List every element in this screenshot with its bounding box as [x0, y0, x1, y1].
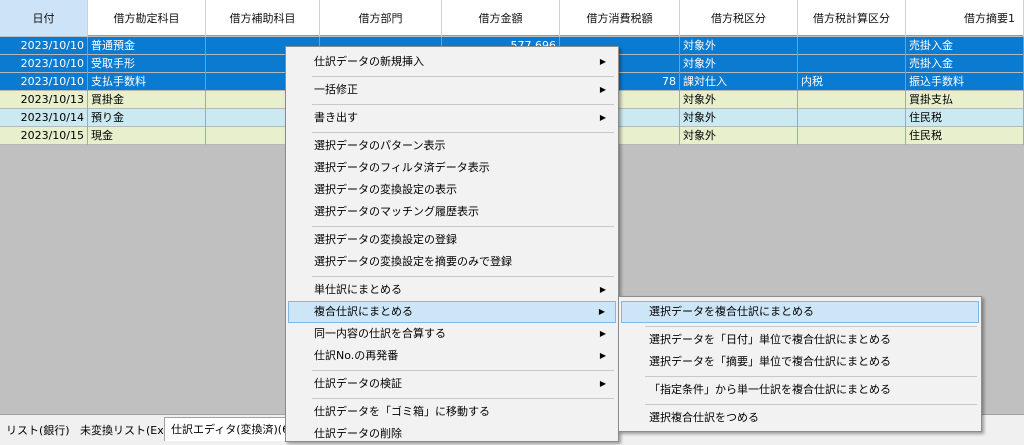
- cell-date[interactable]: 2023/10/13: [0, 91, 88, 109]
- cell-tax-category[interactable]: 対象外: [680, 55, 798, 73]
- menu-separator: [645, 404, 977, 405]
- menu-item-insert-new[interactable]: 仕訳データの新規挿入 ▶: [288, 51, 616, 73]
- menu-separator: [312, 398, 614, 399]
- submenu-arrow-icon: ▶: [599, 57, 606, 66]
- cell-tax-calc[interactable]: [798, 37, 906, 55]
- context-menu: 仕訳データの新規挿入 ▶ 一括修正 ▶ 書き出す ▶ 選択データのパターン表示 選択デ…: [285, 46, 619, 442]
- submenu-arrow-icon: ▶: [599, 329, 606, 338]
- cell-tax-calc[interactable]: 内税: [798, 73, 906, 91]
- menu-separator: [312, 132, 614, 133]
- menu-item-matching-history[interactable]: 選択データのマッチング履歴表示: [288, 201, 616, 223]
- tab-list-bank[interactable]: リスト(銀行): [0, 419, 76, 443]
- header-debit-account[interactable]: 借方勘定科目: [88, 0, 206, 36]
- menu-item-conversion-view[interactable]: 選択データの変換設定の表示: [288, 179, 616, 201]
- menu-item-pattern-view[interactable]: 選択データのパターン表示: [288, 135, 616, 157]
- submenu-arrow-icon: ▶: [599, 379, 606, 388]
- cell-memo[interactable]: 振込手数料: [906, 73, 1024, 91]
- cell-date[interactable]: 2023/10/10: [0, 73, 88, 91]
- cell-account[interactable]: 普通預金: [88, 37, 206, 55]
- cell-date[interactable]: 2023/10/14: [0, 109, 88, 127]
- menu-item-export[interactable]: 書き出す ▶: [288, 107, 616, 129]
- menu-separator: [312, 226, 614, 227]
- submenu-arrow-icon: ▶: [599, 85, 606, 94]
- cell-account[interactable]: 支払手数料: [88, 73, 206, 91]
- cell-account[interactable]: 現金: [88, 127, 206, 145]
- cell-memo[interactable]: 住民税: [906, 109, 1024, 127]
- cell-date[interactable]: 2023/10/10: [0, 37, 88, 55]
- grid-header: 日付 借方勘定科目 借方補助科目 借方部門 借方金額 借方消費税額 借方税区分 …: [0, 0, 1024, 36]
- menu-separator: [312, 276, 614, 277]
- submenu-arrow-icon: ▶: [599, 113, 606, 122]
- menu-item-delete[interactable]: 仕訳データの削除: [288, 423, 616, 445]
- header-debit-tax-calc[interactable]: 借方税計算区分: [798, 0, 906, 36]
- menu-item-sum-identical[interactable]: 同一内容の仕訳を合算する ▶: [288, 323, 616, 345]
- cell-tax-category[interactable]: 対象外: [680, 91, 798, 109]
- menu-item-move-to-trash[interactable]: 仕訳データを「ゴミ箱」に移動する: [288, 401, 616, 423]
- submenu-item-merge-by-condition[interactable]: 「指定条件」から単一仕訳を複合仕訳にまとめる: [621, 379, 979, 401]
- submenu-item-merge-selected[interactable]: 選択データを複合仕訳にまとめる: [621, 301, 979, 323]
- cell-memo[interactable]: 買掛支払: [906, 91, 1024, 109]
- submenu-arrow-icon: ▶: [599, 351, 606, 360]
- cell-date[interactable]: 2023/10/15: [0, 127, 88, 145]
- menu-item-filtered-view[interactable]: 選択データのフィルタ済データ表示: [288, 157, 616, 179]
- header-debit-sub-account[interactable]: 借方補助科目: [206, 0, 320, 36]
- header-debit-tax-category[interactable]: 借方税区分: [680, 0, 798, 36]
- header-date[interactable]: 日付: [0, 0, 88, 36]
- header-debit-amount[interactable]: 借方金額: [442, 0, 560, 36]
- menu-item-register-conversion[interactable]: 選択データの変換設定の登録: [288, 229, 616, 251]
- tab-journal-editor[interactable]: 仕訳エディタ(変換済)(6: [164, 417, 297, 441]
- menu-separator: [645, 376, 977, 377]
- submenu-item-compact[interactable]: 選択複合仕訳をつめる: [621, 407, 979, 429]
- cell-memo[interactable]: 売掛入金: [906, 55, 1024, 73]
- menu-separator: [312, 370, 614, 371]
- cell-memo[interactable]: 売掛入金: [906, 37, 1024, 55]
- cell-account[interactable]: 買掛金: [88, 91, 206, 109]
- cell-account[interactable]: 受取手形: [88, 55, 206, 73]
- cell-tax-calc[interactable]: [798, 109, 906, 127]
- menu-item-bulk-edit[interactable]: 一括修正 ▶: [288, 79, 616, 101]
- cell-tax-category[interactable]: 対象外: [680, 109, 798, 127]
- menu-item-merge-compound[interactable]: 複合仕訳にまとめる ▶: [288, 301, 616, 323]
- cell-date[interactable]: 2023/10/10: [0, 55, 88, 73]
- cell-account[interactable]: 預り金: [88, 109, 206, 127]
- menu-separator: [312, 104, 614, 105]
- cell-tax-category[interactable]: 対象外: [680, 127, 798, 145]
- menu-item-validate[interactable]: 仕訳データの検証 ▶: [288, 373, 616, 395]
- menu-item-register-conversion-memo[interactable]: 選択データの変換設定を摘要のみで登録: [288, 251, 616, 273]
- cell-tax-calc[interactable]: [798, 55, 906, 73]
- cell-tax-calc[interactable]: [798, 91, 906, 109]
- submenu-arrow-icon: ▶: [598, 307, 605, 316]
- menu-separator: [645, 326, 977, 327]
- submenu-item-merge-by-memo[interactable]: 選択データを「摘要」単位で複合仕訳にまとめる: [621, 351, 979, 373]
- submenu-item-merge-by-date[interactable]: 選択データを「日付」単位で複合仕訳にまとめる: [621, 329, 979, 351]
- cell-tax-calc[interactable]: [798, 127, 906, 145]
- submenu-arrow-icon: ▶: [599, 285, 606, 294]
- menu-item-renumber[interactable]: 仕訳No.の再発番 ▶: [288, 345, 616, 367]
- cell-tax-category[interactable]: 課対仕入: [680, 73, 798, 91]
- menu-separator: [312, 76, 614, 77]
- header-debit-memo[interactable]: 借方摘要1: [906, 0, 1024, 36]
- header-debit-department[interactable]: 借方部門: [320, 0, 442, 36]
- menu-item-merge-single[interactable]: 単仕訳にまとめる ▶: [288, 279, 616, 301]
- header-debit-tax-amount[interactable]: 借方消費税額: [560, 0, 680, 36]
- cell-tax-category[interactable]: 対象外: [680, 37, 798, 55]
- submenu: 選択データを複合仕訳にまとめる 選択データを「日付」単位で複合仕訳にまとめる 選…: [618, 296, 982, 432]
- cell-memo[interactable]: 住民税: [906, 127, 1024, 145]
